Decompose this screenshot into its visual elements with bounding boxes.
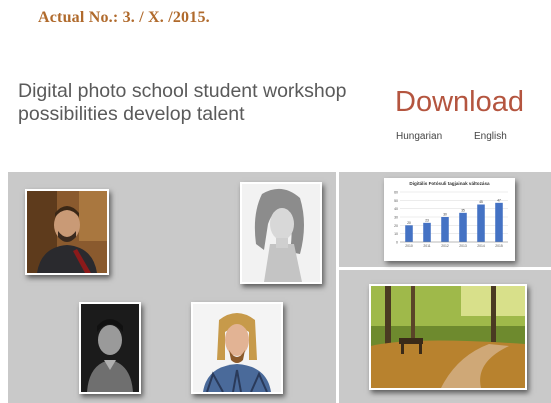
chart-bar — [441, 217, 449, 242]
bar-value-label: 30 — [443, 213, 447, 217]
bar-value-label: 20 — [407, 221, 411, 225]
photo-panel — [339, 270, 551, 403]
bar-value-label: 45 — [479, 200, 483, 204]
bar-value-label: 47 — [497, 198, 501, 202]
download-hungarian-link[interactable]: Hungarian — [396, 131, 442, 142]
y-tick-label: 30 — [394, 216, 398, 220]
x-tick-label: 2011 — [423, 244, 430, 248]
chart-bar — [477, 204, 485, 242]
x-tick-label: 2010 — [405, 244, 413, 248]
x-tick-label: 2014 — [477, 244, 485, 248]
page-headline: Digital photo school student workshop po… — [18, 80, 347, 125]
chart-bar — [495, 202, 503, 242]
y-tick-label: 40 — [394, 207, 398, 211]
portrait-photo-blonde-woman[interactable] — [240, 182, 322, 284]
bar-chart-svg: 0 10 20 30 40 50 60 20 2010 23 2011 30 2012 35 2013 45 2… — [394, 191, 508, 248]
chart-bar — [423, 222, 431, 242]
download-title[interactable]: Download — [395, 86, 524, 119]
chart-panel: Digitális Fotósuli tagjainak változása 0… — [339, 172, 551, 267]
bar-value-label: 23 — [425, 218, 429, 222]
y-tick-label: 0 — [396, 241, 398, 245]
y-tick-label: 20 — [394, 224, 398, 228]
chart-bar — [459, 212, 467, 242]
x-tick-label: 2012 — [441, 244, 449, 248]
portrait-photo-bearded-man[interactable] — [25, 189, 109, 275]
x-tick-label: 2013 — [459, 244, 467, 248]
y-tick-label: 10 — [394, 232, 398, 236]
autumn-park-photo[interactable] — [369, 284, 527, 390]
members-chart[interactable]: Digitális Fotósuli tagjainak változása 0… — [384, 178, 515, 261]
x-tick-label: 2015 — [495, 244, 503, 248]
portrait-photo-dark-haired-man[interactable] — [79, 302, 141, 394]
download-english-link[interactable]: English — [474, 131, 507, 142]
actual-number: Actual No.: 3. / X. /2015. — [38, 9, 210, 26]
bar-value-label: 35 — [461, 208, 465, 212]
portrait-photo-long-haired-man[interactable] — [191, 302, 283, 394]
y-tick-label: 60 — [394, 191, 398, 195]
portrait-gallery — [8, 172, 336, 403]
y-tick-label: 50 — [394, 199, 398, 203]
chart-bar — [405, 225, 413, 242]
